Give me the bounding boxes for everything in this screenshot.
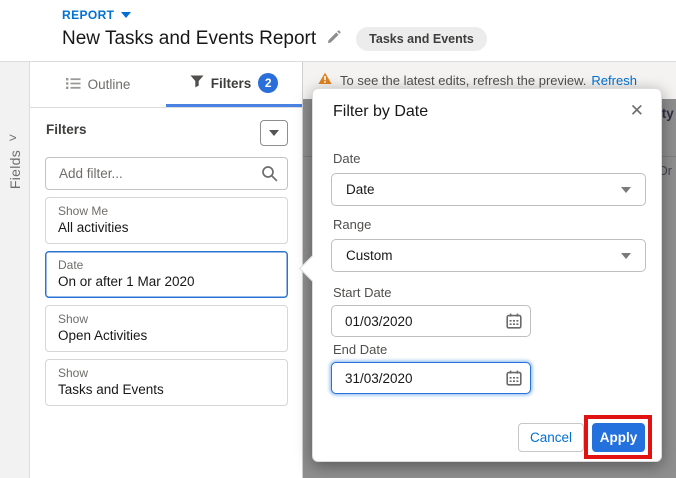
filter-label: Show: [58, 366, 89, 380]
report-label: REPORT: [62, 8, 115, 22]
filters-heading: Filters: [46, 122, 87, 137]
cancel-button[interactable]: Cancel: [518, 423, 584, 452]
add-filter-input[interactable]: [45, 157, 288, 190]
start-date-input[interactable]: [331, 305, 531, 337]
chevron-down-icon: [269, 130, 279, 136]
fields-rail-label: Fields: [7, 150, 23, 190]
tab-outline[interactable]: Outline: [30, 62, 166, 107]
end-date-input[interactable]: [331, 362, 531, 394]
tab-filters-label: Filters: [210, 75, 252, 91]
search-icon: [261, 165, 278, 187]
close-icon[interactable]: ✕: [627, 99, 647, 122]
fields-panel-collapsed[interactable]: > Fields: [0, 62, 30, 478]
range-field-select[interactable]: Custom: [331, 239, 646, 272]
filter-value: All activities: [58, 220, 129, 235]
page-title: New Tasks and Events Report: [62, 28, 317, 49]
filter-card-show-me[interactable]: Show Me All activities: [45, 197, 288, 244]
report-menu-caret-icon: [121, 12, 132, 18]
filter-value: On or after 1 Mar 2020: [58, 274, 195, 289]
warning-text: To see the latest edits, refresh the pre…: [340, 73, 587, 88]
date-field-label: Date: [333, 151, 361, 166]
range-field-value: Custom: [346, 248, 393, 263]
calendar-icon[interactable]: [506, 370, 522, 386]
panel-tabbar: Outline Filters 2: [30, 62, 302, 108]
filter-list: Show Me All activities Date On or after …: [45, 197, 288, 406]
report-menu[interactable]: REPORT: [62, 8, 132, 22]
filter-card-date[interactable]: Date On or after 1 Mar 2020: [45, 251, 288, 298]
calendar-icon[interactable]: [506, 313, 522, 329]
filter-count-badge: 2: [258, 73, 279, 93]
dialog-title: Filter by Date: [333, 103, 429, 120]
date-field-value: Date: [346, 182, 375, 197]
filter-label: Show Me: [58, 204, 109, 218]
range-field-label: Range: [333, 217, 372, 232]
filters-panel: Outline Filters 2 Filters Show Me All: [30, 62, 303, 478]
filter-by-date-dialog: Filter by Date ✕ Date Date Range Custom …: [299, 88, 662, 462]
filter-value: Open Activities: [58, 328, 148, 343]
date-field-select[interactable]: Date: [331, 173, 646, 206]
report-builder-window: REPORT New Tasks and Events Report Tasks…: [0, 0, 676, 478]
report-header: REPORT New Tasks and Events Report Tasks…: [0, 0, 676, 62]
tab-filters[interactable]: Filters 2: [166, 62, 302, 107]
filter-card-show-tasks[interactable]: Show Tasks and Events: [45, 359, 288, 406]
outline-list-icon: [65, 77, 81, 93]
chevron-down-icon: [621, 252, 631, 259]
filter-label: Date: [58, 258, 84, 272]
filter-value: Tasks and Events: [58, 382, 164, 397]
expand-chevron-icon: >: [9, 130, 17, 145]
apply-button[interactable]: Apply: [592, 423, 645, 452]
warning-icon: [318, 72, 332, 90]
edit-title-pencil-icon[interactable]: [327, 29, 341, 49]
start-date-label: Start Date: [333, 285, 392, 300]
report-type-badge: Tasks and Events: [356, 27, 487, 51]
filter-card-show-open[interactable]: Show Open Activities: [45, 305, 288, 352]
filter-funnel-icon: [190, 75, 204, 91]
chevron-down-icon: [621, 186, 631, 193]
refresh-link[interactable]: Refresh: [591, 73, 637, 88]
tab-outline-label: Outline: [87, 77, 131, 92]
filters-menu-button[interactable]: [260, 120, 288, 146]
end-date-label: End Date: [333, 342, 388, 357]
filter-label: Show: [58, 312, 89, 326]
